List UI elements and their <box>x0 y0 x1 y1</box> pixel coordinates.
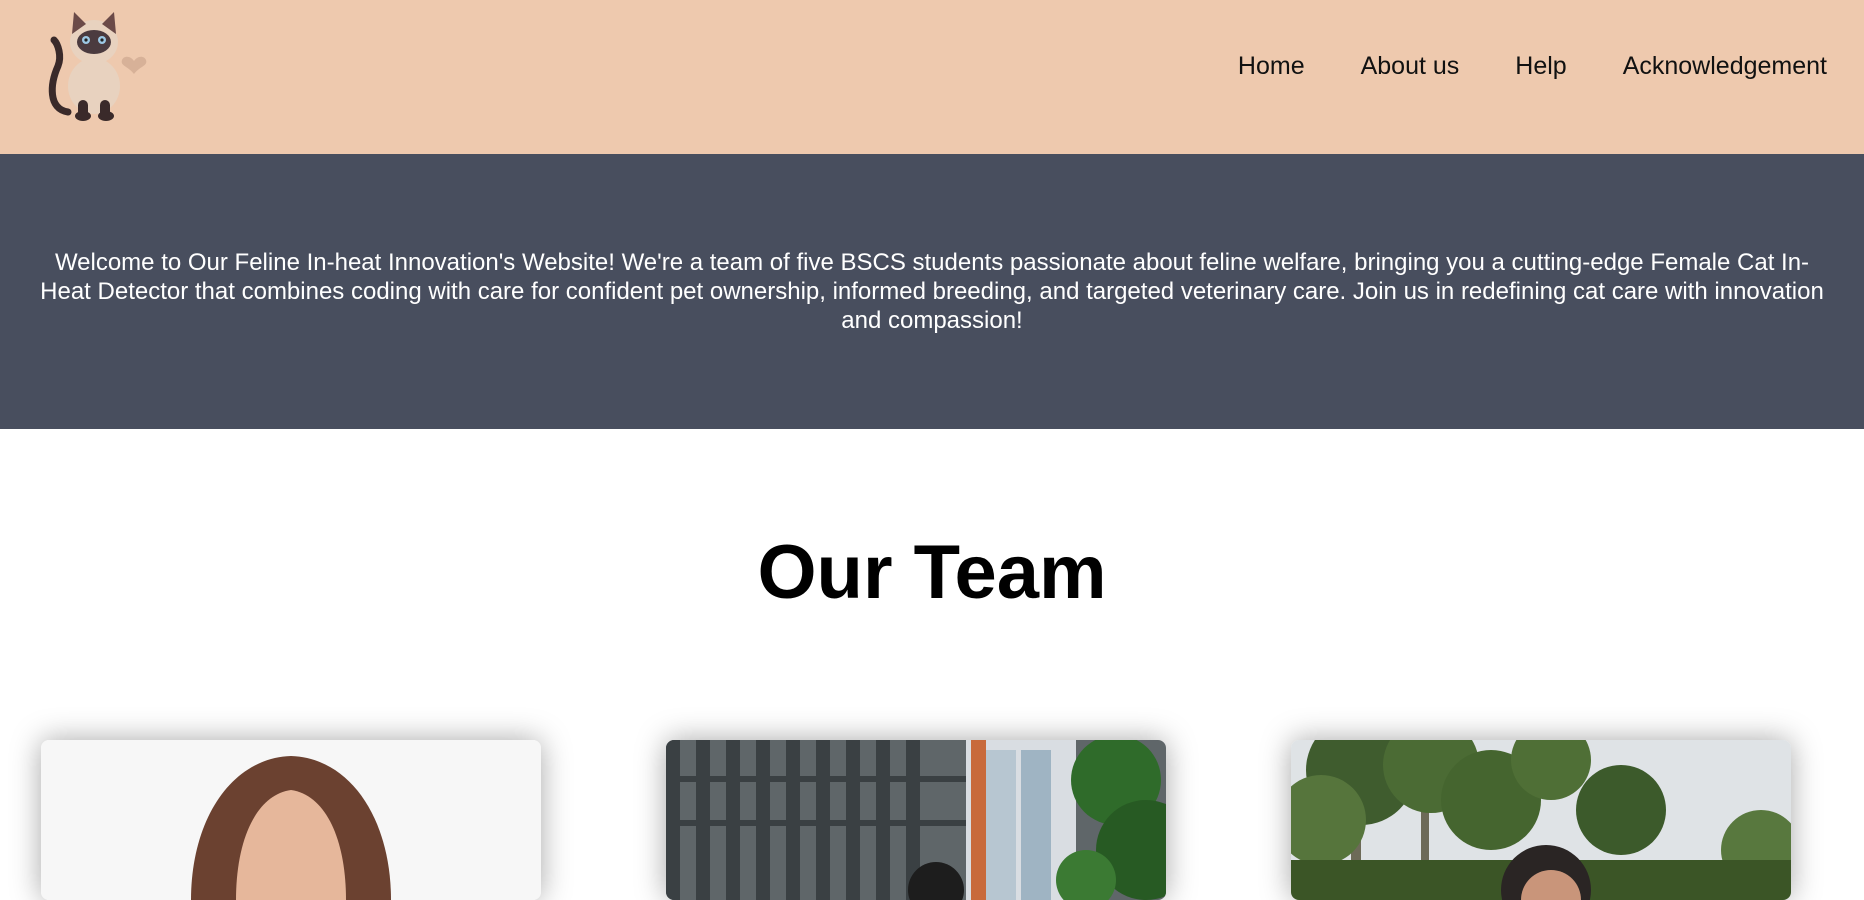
nav-link-help[interactable]: Help <box>1515 48 1566 84</box>
team-member-card[interactable] <box>666 740 1166 900</box>
nav-link-about-us[interactable]: About us <box>1361 48 1460 84</box>
welcome-banner: Welcome to Our Feline In-heat Innovation… <box>0 154 1864 429</box>
main-nav: Home About us Help Acknowledgement <box>1238 48 1827 84</box>
team-heading: Our Team <box>757 530 1107 615</box>
nav-link-acknowledgement[interactable]: Acknowledgement <box>1623 48 1827 84</box>
team-member-card[interactable] <box>1291 740 1791 900</box>
team-member-card[interactable] <box>41 740 541 900</box>
team-member-photo <box>666 740 1166 900</box>
team-member-photo <box>1291 740 1791 900</box>
site-header: Home About us Help Acknowledgement <box>0 0 1864 154</box>
nav-link-home[interactable]: Home <box>1238 48 1305 84</box>
cat-logo-icon[interactable] <box>28 4 158 124</box>
team-member-photo <box>41 740 541 900</box>
welcome-text: Welcome to Our Feline In-heat Innovation… <box>40 249 1824 334</box>
